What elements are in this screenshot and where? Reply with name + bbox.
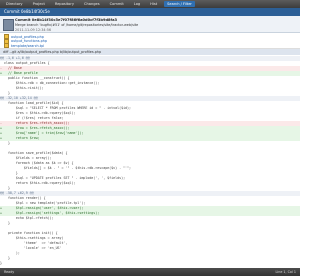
- commit-info: Commit 0e8b14f30c5e7f07f86f6a0d0cf7f3b9d…: [0, 16, 300, 33]
- diff-line-text: function save_profile($data) {: [0, 151, 68, 155]
- diff-line-text: $fields = array();: [0, 156, 52, 160]
- changed-files-list: output_profiles.php output_functions.php t…: [0, 33, 300, 49]
- toolbar-item-project[interactable]: Project: [30, 1, 48, 7]
- file-name: template/search.tpl: [11, 43, 45, 48]
- diff-line-text: function load_profile($id) {: [0, 101, 64, 105]
- diff-line-text: }: [0, 186, 10, 190]
- diff-line-text: foreach ($data as $k => $v) {: [0, 161, 74, 165]
- diff-line-text: $this->settings = array(: [0, 236, 64, 240]
- diff-line-text: if (!$res) return false;: [0, 116, 64, 120]
- diff-line-text: 'locale' => 'en_US': [0, 246, 62, 250]
- diff-line-text: }: [0, 171, 18, 175]
- page-title: Commit 0e8b14f30c5e: [4, 9, 50, 14]
- diff-line-text: + $row['name'] = trim($row['name']);: [0, 131, 84, 135]
- diff-line-text: }: [0, 141, 10, 145]
- diff-line-text: $tpl = new template('profile.tpl');: [0, 201, 86, 205]
- diff-line-text: }: [0, 221, 10, 225]
- toolbar-item-search-filter[interactable]: Search / Filter: [164, 1, 195, 7]
- diff-line-text: - // Base: [0, 66, 22, 70]
- diff-line-text: @@ -1,6 +1,6 @@: [0, 56, 30, 60]
- diff-line-text: + $tpl->assign('settings', $this->settin…: [0, 211, 100, 215]
- diff-line-text: $sql = "SELECT * FROM profiles WHERE id …: [0, 106, 132, 110]
- toolbar-item-changes[interactable]: Changes: [81, 1, 103, 7]
- diff-file-banner: diff --git a/lib/output_profiles.php b/l…: [0, 49, 300, 55]
- file-list-item[interactable]: template/search.tpl: [4, 43, 45, 49]
- diff-line-text: }: [0, 261, 2, 265]
- commit-title: Commit 0e8b14f30c5e7f07f86f6a0d0cf7f3b9d…: [15, 18, 118, 22]
- diff-line-text: $fields[] = $k . " = '" . $this->db->esc…: [0, 166, 132, 170]
- toolbar-item-repository[interactable]: Repository: [52, 1, 77, 7]
- diff-line-text: );: [0, 251, 20, 255]
- diff-line-text: }: [0, 91, 10, 95]
- diff-line-text: echo $tpl->fetch();: [0, 216, 54, 220]
- diff-line-text: $res = $this->db->query($sql);: [0, 111, 76, 115]
- diff-line: }: [0, 261, 300, 266]
- top-toolbar: Directory Project Repository Changes Commit L…: [0, 0, 300, 8]
- diff-line-text: $sql = "UPDATE profiles SET " . implode(…: [0, 176, 126, 180]
- status-bar: Ready Line 1, Col 1: [0, 268, 300, 276]
- diff-line-text: + // Base profile: [0, 71, 38, 75]
- diff-line-text: public function __construct() {: [0, 76, 70, 80]
- diff-line-text: 'theme' => 'default',: [0, 241, 68, 245]
- toolbar-item-log[interactable]: Log: [131, 1, 143, 7]
- diff-line-text: @@ -58,7 +62,9 @@: [0, 191, 34, 195]
- diff-line-text: + $tpl->assign('user', $this->user);: [0, 206, 84, 210]
- diff-line-text: + $row = $res->fetch_assoc();: [0, 126, 70, 130]
- diff-line-text: function render() {: [0, 196, 46, 200]
- toolbar-item-directory[interactable]: Directory: [3, 1, 26, 7]
- avatar: [3, 19, 14, 31]
- toolbar-item-hist[interactable]: Hist: [147, 1, 160, 7]
- diff-line-text: }: [0, 256, 10, 260]
- commit-message: Merge branch 'bugfix/#51' of /home/git/r…: [15, 23, 139, 27]
- diff-line-text: @@ -32,10 +32,14 @@: [0, 96, 38, 100]
- commit-header: Commit 0e8b14f30c5e: [0, 8, 300, 16]
- diff-line-text: - return $res->fetch_assoc();: [0, 121, 70, 125]
- diff-line-text: class output_profiles {: [0, 61, 50, 65]
- diff-line-text: + return $row;: [0, 136, 40, 140]
- status-right: Line 1, Col 1: [275, 270, 297, 274]
- diff-line-text: private function init() {: [0, 231, 58, 235]
- diff-line-text: return $this->db->query($sql);: [0, 181, 76, 185]
- file-icon: [4, 43, 9, 49]
- toolbar-item-commit[interactable]: Commit: [107, 1, 127, 7]
- app-window: Directory Project Repository Changes Commit L…: [0, 0, 300, 276]
- diff-view[interactable]: diff --git a/lib/output_profiles.php b/l…: [0, 49, 300, 268]
- diff-line-text: $this->init();: [0, 86, 44, 90]
- diff-line-text: $this->db = db_connection::get_instance(…: [0, 81, 100, 85]
- status-left: Ready: [4, 270, 15, 274]
- commit-date: 2011-11-09 12:34:56: [15, 27, 52, 32]
